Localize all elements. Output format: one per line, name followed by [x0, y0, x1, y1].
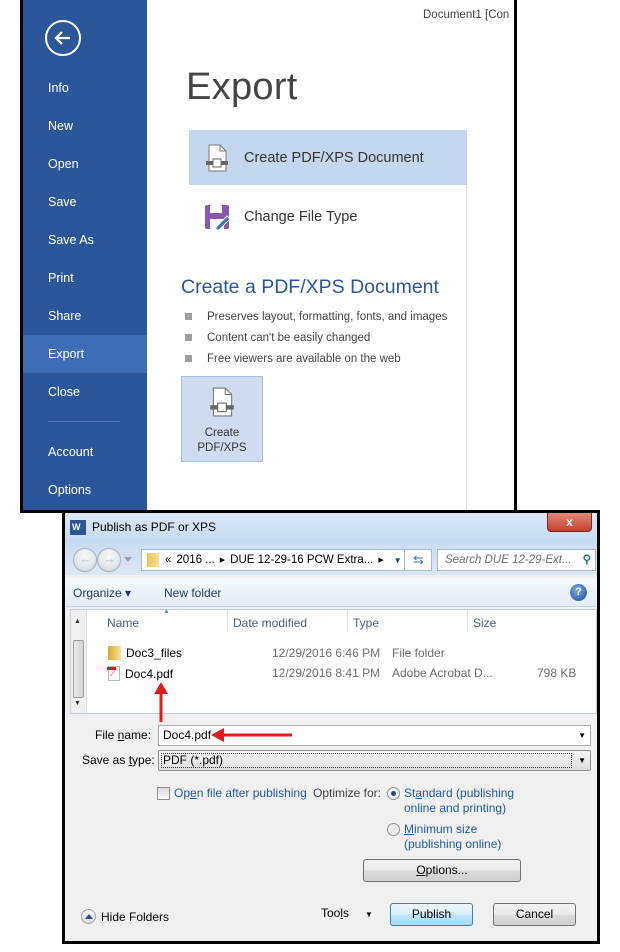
chevron-right-icon: ▶: [378, 557, 384, 564]
navigation-bar: ← → « 2016 ... ▶ DUE 12-29-16 PCW Extra.…: [65, 543, 597, 575]
option-label: Create PDF/XPS Document: [244, 149, 424, 166]
breadcrumb-item[interactable]: 2016 ...: [176, 554, 214, 566]
list-item: Content can't be easily changed: [185, 327, 447, 348]
column-header-name[interactable]: Name: [107, 616, 139, 630]
nav-open[interactable]: Open: [23, 145, 147, 183]
radio-button-selected[interactable]: [387, 787, 400, 800]
folder-icon: [147, 553, 159, 567]
vertical-scrollbar[interactable]: ▲ ▼: [71, 610, 87, 713]
chevron-up-icon: [81, 909, 96, 924]
search-icon: ⚲: [582, 554, 591, 566]
arrow-left-icon: ←: [79, 551, 92, 566]
forward-nav-button[interactable]: →: [97, 548, 121, 572]
arrow-left-icon: [54, 31, 70, 45]
optimize-for-label: Optimize for:: [313, 786, 382, 800]
dialog-title: Publish as PDF or XPS: [92, 520, 217, 534]
scroll-down-icon[interactable]: ▼: [74, 700, 81, 707]
nav-print[interactable]: Print: [23, 259, 147, 297]
organize-button[interactable]: Organize ▾: [73, 586, 131, 600]
breadcrumb-item[interactable]: DUE 12-29-16 PCW Extra...: [230, 554, 373, 566]
chevron-down-icon[interactable]: ▼: [578, 726, 586, 745]
address-bar[interactable]: « 2016 ... ▶ DUE 12-29-16 PCW Extra... ▶…: [141, 549, 432, 571]
list-item: Free viewers are available on the web: [185, 348, 447, 369]
pdf-document-icon: [210, 387, 234, 417]
file-row[interactable]: Doc4.pdf 12/29/2016 8:41 PM Adobe Acroba…: [97, 666, 587, 686]
create-pdf-xps-button[interactable]: Create PDF/XPS: [181, 376, 263, 462]
chevron-down-icon: ▼: [365, 910, 373, 919]
nav-share[interactable]: Share: [23, 297, 147, 335]
pdf-file-icon: [107, 666, 120, 681]
scroll-thumb[interactable]: [73, 640, 84, 698]
tools-dropdown[interactable]: Tools ▼: [321, 906, 373, 920]
list-item: Preserves layout, formatting, fonts, and…: [185, 306, 447, 327]
publish-button[interactable]: Publish: [390, 903, 473, 926]
file-name-label: File name:: [95, 728, 152, 742]
bullet-icon: [185, 355, 192, 362]
feature-list: Preserves layout, formatting, fonts, and…: [185, 306, 447, 369]
cancel-button[interactable]: Cancel: [493, 903, 576, 926]
column-separator: [467, 610, 468, 632]
chevron-down-icon[interactable]: ▼: [394, 556, 402, 565]
hide-folders-button[interactable]: Hide Folders: [81, 909, 169, 924]
word-app-icon: W: [70, 520, 86, 535]
search-input[interactable]: Search DUE 12-29-Ext... ⚲: [437, 549, 596, 571]
file-list: ▲ ▼ ▲ Name Date modified Type Size Doc3_…: [70, 608, 597, 714]
dialog-titlebar[interactable]: W Publish as PDF or XPS x: [65, 513, 597, 543]
dialog-toolbar: Organize ▾ New folder ?: [65, 578, 597, 607]
pdf-document-icon: [189, 144, 244, 172]
bullet-icon: [185, 334, 192, 341]
nav-export[interactable]: Export: [23, 335, 147, 373]
change-file-type-icon: [189, 203, 244, 231]
nav-save[interactable]: Save: [23, 183, 147, 221]
checkbox[interactable]: [157, 786, 170, 800]
options-button[interactable]: Options...: [363, 859, 521, 882]
back-nav-button[interactable]: ←: [73, 548, 97, 572]
divider: [466, 130, 467, 510]
publish-dialog: W Publish as PDF or XPS x ← → « 2016 ...…: [62, 510, 600, 944]
save-as-type-select[interactable]: PDF (*.pdf) ▼: [158, 750, 591, 771]
page-title: Export: [186, 66, 298, 108]
column-separator: [347, 610, 348, 632]
nav-save-as[interactable]: Save As: [23, 221, 147, 259]
chevron-right-icon: ▶: [219, 557, 226, 564]
file-row[interactable]: Doc3_files 12/29/2016 6:46 PM File folde…: [97, 646, 587, 666]
nav-account[interactable]: Account: [23, 433, 147, 471]
document-title: Document1 [Con: [423, 9, 510, 21]
save-as-type-label: Save as type:: [82, 753, 155, 767]
nav-divider: [48, 421, 120, 422]
file-name-input[interactable]: Doc4.pdf ▼: [158, 725, 591, 746]
option-label: Change File Type: [244, 208, 358, 225]
bullet-icon: [185, 313, 192, 320]
back-button[interactable]: [45, 20, 81, 56]
nav-close[interactable]: Close: [23, 373, 147, 411]
refresh-button[interactable]: ⇆: [404, 549, 432, 571]
column-header-type[interactable]: Type: [353, 616, 379, 630]
arrow-right-icon: →: [103, 551, 116, 566]
nav-options[interactable]: Options: [23, 471, 147, 509]
open-file-after-publishing-checkbox[interactable]: Op e n file after publishing: [157, 786, 307, 800]
refresh-icon: ⇆: [413, 552, 424, 567]
folder-icon: [108, 646, 121, 660]
nav-new[interactable]: New: [23, 107, 147, 145]
new-folder-button[interactable]: New folder: [164, 586, 221, 600]
chevron-down-icon: ▼: [578, 756, 586, 765]
column-header-size[interactable]: Size: [473, 616, 496, 630]
sort-ascending-icon: ▲: [163, 608, 170, 615]
word-backstage: Info New Open Save Save As Print Share E…: [20, 0, 517, 513]
recent-locations-dropdown[interactable]: [124, 557, 132, 562]
backstage-sidebar: Info New Open Save Save As Print Share E…: [23, 0, 147, 510]
column-separator: [227, 610, 228, 632]
section-title: Create a PDF/XPS Document: [181, 276, 439, 298]
option-change-file-type[interactable]: Change File Type: [189, 189, 467, 244]
help-icon[interactable]: ?: [570, 584, 587, 601]
option-create-pdf-xps[interactable]: Create PDF/XPS Document: [189, 130, 467, 185]
radio-standard[interactable]: Standard (publishing online and printing): [387, 786, 514, 816]
close-button[interactable]: x: [547, 513, 592, 532]
radio-minimum-size[interactable]: Minimum size (publishing online): [387, 822, 501, 852]
radio-button[interactable]: [387, 823, 400, 836]
nav-info[interactable]: Info: [23, 69, 147, 107]
column-header-date[interactable]: Date modified: [233, 616, 307, 630]
scroll-up-icon[interactable]: ▲: [74, 618, 81, 625]
